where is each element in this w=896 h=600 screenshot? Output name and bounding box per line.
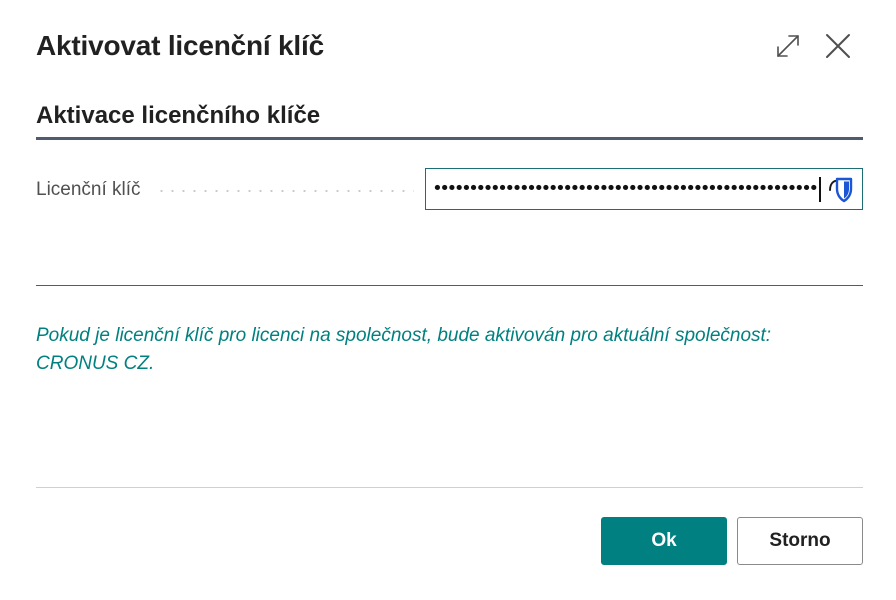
- ok-button[interactable]: Ok: [601, 517, 727, 565]
- close-button[interactable]: [820, 28, 856, 64]
- license-key-label: Licenční klíč: [36, 179, 141, 200]
- title-actions: [756, 28, 856, 64]
- license-key-field-row: Licenční klíč ••••••••••••••••••••••••••…: [36, 168, 863, 210]
- field-section-divider: [36, 285, 863, 286]
- cancel-button[interactable]: Storno: [737, 517, 863, 565]
- section-divider: [36, 137, 863, 140]
- info-message: Pokud je licenční klíč pro licenci na sp…: [36, 325, 772, 374]
- text-caret: [819, 177, 821, 202]
- license-key-input-wrapper: ••••••••••••••••••••••••••••••••••••••••…: [425, 168, 863, 210]
- expand-button[interactable]: [770, 28, 806, 64]
- password-manager-shield-icon[interactable]: [828, 176, 854, 204]
- close-icon: [826, 34, 850, 58]
- section-heading: Aktivace licenčního klíče: [36, 102, 321, 129]
- footer-divider: [36, 487, 863, 488]
- license-key-input[interactable]: ••••••••••••••••••••••••••••••••••••••••…: [432, 173, 817, 205]
- activate-license-dialog: Aktivovat licenční klíč Aktivace licenčn…: [0, 0, 896, 600]
- field-leader-dots: [156, 190, 414, 192]
- expand-icon: [777, 35, 799, 57]
- dialog-title: Aktivovat licenční klíč: [36, 30, 324, 61]
